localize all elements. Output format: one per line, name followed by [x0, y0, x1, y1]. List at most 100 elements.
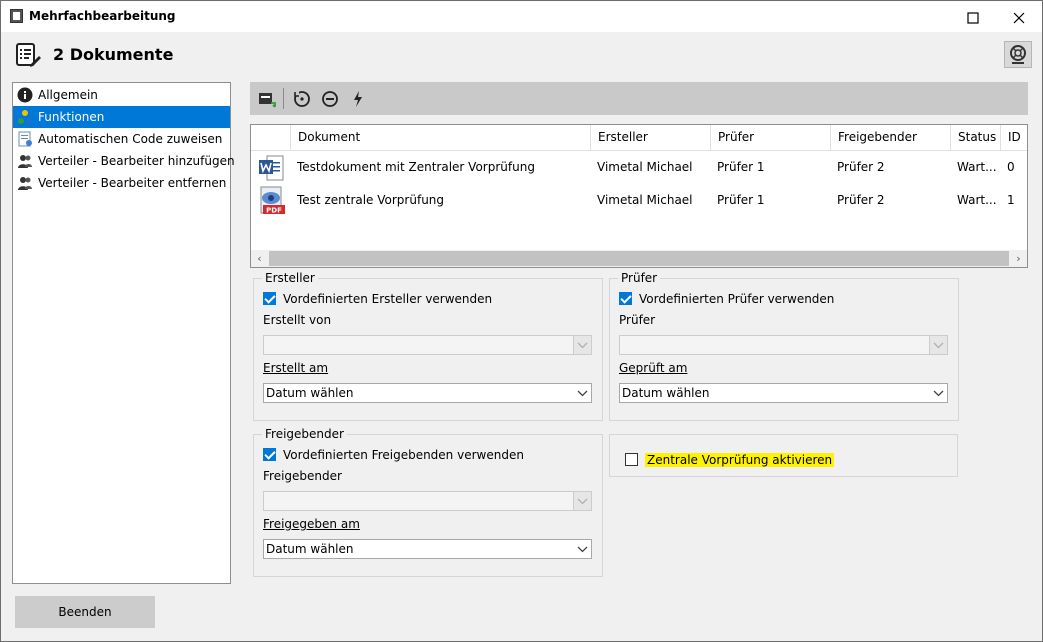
maximize-icon: [967, 11, 979, 24]
svg-text:PDF: PDF: [266, 207, 282, 215]
remove-button[interactable]: [319, 88, 341, 110]
freigebender-select[interactable]: [263, 491, 592, 511]
export-button[interactable]: [256, 88, 278, 110]
help-button[interactable]: [1004, 41, 1032, 68]
scroll-right-icon[interactable]: ›: [1010, 250, 1027, 267]
sidebar-item-automatischer-code[interactable]: Automatischen Code zuweisen: [13, 128, 230, 150]
cell-status: Wart...: [957, 160, 997, 174]
ersteller-legend: Ersteller: [265, 271, 315, 285]
freigebender-checkbox[interactable]: [263, 448, 276, 461]
chevron-down-icon: [573, 492, 591, 510]
document-grid: Dokument Ersteller Prüfer Freigebender S…: [250, 124, 1028, 268]
freigebender-checkbox-label: Vordefinierten Freigebenden verwenden: [283, 448, 524, 462]
erstellt-am-datepicker[interactable]: Datum wählen: [263, 383, 592, 403]
sidebar-item-label: Allgemein: [38, 88, 98, 102]
cell-id: 1: [1007, 193, 1015, 207]
document-list-icon: [16, 43, 41, 67]
word-icon: [259, 155, 284, 181]
cell-freigebender: Prüfer 2: [837, 160, 885, 174]
column-header-id[interactable]: ID: [1000, 125, 1027, 150]
chevron-down-icon: [933, 390, 944, 397]
freigegeben-am-label: Freigegeben am: [263, 517, 360, 531]
scroll-left-icon[interactable]: ‹: [251, 250, 268, 267]
cell-ersteller: Vimetal Michael: [597, 193, 693, 207]
toolbar-separator: [283, 88, 284, 109]
pruefer-group: Prüfer Vordefinierten Prüfer verwenden P…: [609, 271, 959, 421]
close-button[interactable]: [996, 1, 1042, 32]
toolbar: [250, 82, 1028, 115]
sidebar-item-label: Funktionen: [38, 110, 105, 124]
cell-dokument: Test zentrale Vorprüfung: [297, 193, 445, 207]
cell-pruefer: Prüfer 1: [717, 160, 765, 174]
info-icon: [17, 87, 33, 103]
cell-freigebender: Prüfer 2: [837, 193, 885, 207]
sidebar-item-allgemein[interactable]: Allgemein: [13, 84, 230, 106]
freigebender-label: Freigebender: [263, 469, 342, 483]
functions-icon: [18, 110, 32, 124]
undo-icon: [294, 91, 310, 107]
title-bar: Mehrfachbearbeitung: [1, 1, 1042, 32]
users-remove-icon: [18, 177, 32, 190]
window-title: Mehrfachbearbeitung: [29, 9, 176, 23]
zentrale-vorpruefung-checkbox[interactable]: [625, 453, 638, 466]
column-header-status[interactable]: Status: [950, 125, 1000, 150]
pruefer-legend: Prüfer: [621, 271, 658, 285]
pruefer-label: Prüfer: [619, 313, 656, 327]
table-row[interactable]: PDF Test zentrale Vorprüfung Vimetal Mic…: [251, 184, 1027, 217]
ersteller-group: Ersteller Vordefinierten Ersteller verwe…: [253, 271, 603, 421]
column-header-ersteller[interactable]: Ersteller: [590, 125, 710, 150]
minus-circle-icon: [322, 91, 338, 107]
freigegeben-am-value: Datum wählen: [266, 542, 354, 556]
cell-pruefer: Prüfer 1: [717, 193, 765, 207]
cell-dokument: Testdokument mit Zentraler Vorprüfung: [297, 160, 535, 174]
chevron-down-icon: [573, 336, 591, 354]
chevron-down-icon: [577, 546, 588, 553]
maximize-button[interactable]: [950, 1, 996, 32]
geprueft-am-datepicker[interactable]: Datum wählen: [619, 383, 948, 403]
sidebar-item-label: Verteiler - Bearbeiter entfernen: [38, 176, 227, 190]
close-icon: [1013, 12, 1025, 23]
freigebender-group: Freigebender Vordefinierten Freigebenden…: [253, 427, 603, 577]
pdf-icon: PDF: [260, 186, 285, 215]
ersteller-checkbox-label: Vordefinierten Ersteller verwenden: [283, 292, 493, 306]
grid-header: Dokument Ersteller Prüfer Freigebender S…: [251, 125, 1027, 151]
cell-id: 0: [1007, 160, 1015, 174]
erstellt-von-label: Erstellt von: [263, 313, 332, 327]
geprueft-am-label: Geprüft am: [619, 361, 688, 375]
sidebar-item-label: Verteiler - Bearbeiter hinzufügen: [38, 154, 235, 168]
table-row[interactable]: Testdokument mit Zentraler Vorprüfung Vi…: [251, 151, 1027, 184]
export-icon: [259, 93, 276, 108]
app-icon: [10, 9, 23, 23]
geprueft-am-value: Datum wählen: [622, 386, 710, 400]
chevron-down-icon: [929, 336, 947, 354]
scrollbar-thumb[interactable]: [269, 251, 1009, 266]
zentrale-vorpruefung-group: Zentrale Vorprüfung aktivieren: [609, 434, 958, 477]
horizontal-scrollbar[interactable]: ‹ ›: [251, 250, 1027, 267]
sidebar-item-label: Automatischen Code zuweisen: [38, 132, 223, 146]
cell-ersteller: Vimetal Michael: [597, 160, 693, 174]
column-header-freigebender[interactable]: Freigebender: [830, 125, 950, 150]
sidebar-item-verteiler-entfernen[interactable]: Verteiler - Bearbeiter entfernen: [13, 172, 230, 194]
users-add-icon: [18, 155, 32, 168]
erstellt-von-select[interactable]: [263, 335, 592, 355]
execute-button[interactable]: [347, 88, 369, 110]
column-header-pruefer[interactable]: Prüfer: [710, 125, 830, 150]
reset-button[interactable]: [291, 88, 313, 110]
chevron-down-icon: [577, 390, 588, 397]
sidebar-nav: Allgemein Funktionen Automatischen Code …: [12, 82, 235, 584]
lifebuoy-icon: [1010, 45, 1026, 64]
freigegeben-am-datepicker[interactable]: Datum wählen: [263, 539, 592, 559]
pruefer-checkbox[interactable]: [619, 292, 632, 305]
ersteller-checkbox[interactable]: [263, 292, 276, 305]
page-title: 2 Dokumente: [53, 45, 174, 64]
beenden-button[interactable]: Beenden: [15, 596, 155, 628]
sidebar-item-funktionen[interactable]: Funktionen: [13, 106, 230, 128]
pruefer-checkbox-label: Vordefinierten Prüfer verwenden: [639, 292, 835, 306]
zentrale-vorpruefung-label: Zentrale Vorprüfung aktivieren: [645, 453, 835, 467]
column-header-dokument[interactable]: Dokument: [290, 125, 590, 150]
sidebar-item-verteiler-hinzufuegen[interactable]: Verteiler - Bearbeiter hinzufügen: [13, 150, 235, 172]
pruefer-select[interactable]: [619, 335, 948, 355]
erstellt-am-value: Datum wählen: [266, 386, 354, 400]
code-document-icon: [18, 131, 32, 147]
freigebender-legend: Freigebender: [265, 427, 344, 441]
